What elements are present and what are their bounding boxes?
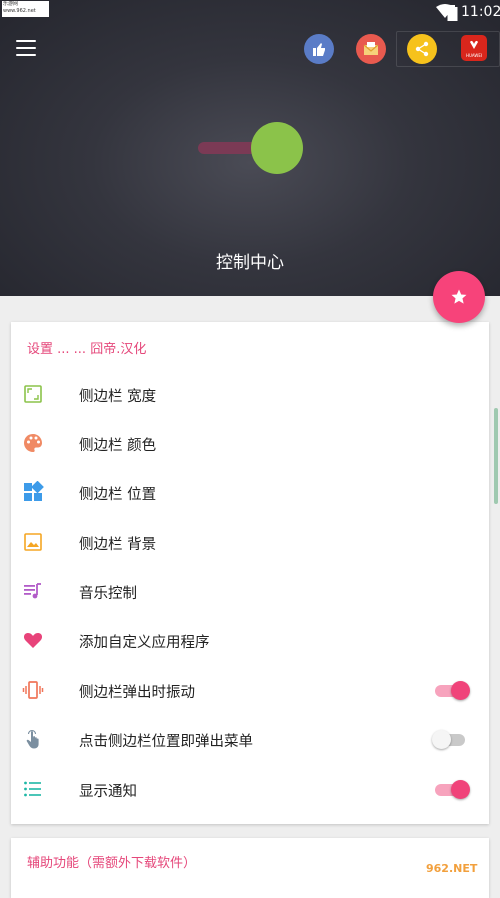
setting-sidebar-position[interactable]: 侧边栏 位置 [11, 468, 489, 517]
setting-label: 侧边栏 宽度 [79, 389, 157, 405]
music-queue-icon [24, 583, 41, 599]
section-title: 辅助功能（需额外下载软件） [27, 856, 197, 871]
settings-card: 设置 ... ... 囧帝.汉化 侧边栏 宽度 侧边栏 颜色 侧边栏 位置 侧边… [11, 322, 489, 824]
watermark-line1: 乐游网 [3, 1, 19, 7]
thumbs-up-icon[interactable] [304, 34, 334, 64]
hamburger-menu-icon[interactable] [16, 40, 36, 61]
star-icon [451, 289, 467, 304]
list-icon [24, 781, 41, 797]
setting-music-control[interactable]: 音乐控制 [11, 567, 489, 616]
setting-label: 侧边栏 颜色 [79, 438, 157, 454]
vibration-icon [22, 681, 44, 699]
header: 乐游网 www.962.net 11:02 HUAWEI 控制中心 [0, 0, 500, 296]
setting-label: 侧边栏 位置 [79, 487, 157, 503]
heart-icon [23, 632, 43, 648]
notification-toggle[interactable] [432, 779, 470, 799]
setting-tap-to-popup-menu[interactable]: 点击侧边栏位置即弹出菜单 [11, 715, 489, 764]
watermark-line2: www.962.net [3, 8, 36, 14]
setting-label: 侧边栏弹出时振动 [79, 685, 195, 701]
setting-label: 添加自定义应用程序 [79, 635, 210, 651]
palette-icon [24, 434, 42, 452]
scrollbar[interactable] [494, 408, 498, 504]
image-icon [24, 533, 42, 551]
setting-show-notification[interactable]: 显示通知 [11, 765, 489, 814]
section-title: 设置 ... ... 囧帝.汉化 [27, 342, 147, 357]
dashboard-icon [24, 481, 44, 501]
accessibility-card: 辅助功能（需额外下载软件） [11, 838, 489, 898]
status-bar: 乐游网 www.962.net 11:02 [0, 0, 500, 26]
favorite-fab-button[interactable] [433, 271, 485, 323]
setting-add-custom-apps[interactable]: 添加自定义应用程序 [11, 616, 489, 665]
share-icon[interactable] [407, 34, 437, 64]
setting-vibrate-on-popup[interactable]: 侧边栏弹出时振动 [11, 666, 489, 715]
tap-popup-toggle[interactable] [432, 729, 470, 749]
touch-icon [26, 729, 39, 749]
huawei-text: HUAWEI [465, 53, 483, 58]
battery-icon [447, 5, 458, 21]
setting-label: 显示通知 [79, 784, 137, 800]
watermark: 乐游网 www.962.net [2, 1, 49, 17]
setting-label: 音乐控制 [79, 586, 137, 602]
setting-sidebar-background[interactable]: 侧边栏 背景 [11, 518, 489, 567]
setting-sidebar-width[interactable]: 侧边栏 宽度 [11, 370, 489, 419]
status-time: 11:02 [461, 4, 500, 20]
setting-label: 侧边栏 背景 [79, 537, 157, 553]
page-title: 控制中心 [216, 253, 284, 273]
mail-icon[interactable] [356, 34, 386, 64]
corner-watermark-logo: 962.NET [426, 862, 478, 875]
sidebar-slider-knob[interactable] [251, 122, 303, 174]
setting-sidebar-color[interactable]: 侧边栏 颜色 [11, 419, 489, 468]
vibrate-toggle[interactable] [432, 680, 470, 700]
huawei-icon[interactable]: HUAWEI [461, 35, 487, 61]
resize-icon [24, 385, 42, 403]
setting-label: 点击侧边栏位置即弹出菜单 [79, 734, 253, 750]
